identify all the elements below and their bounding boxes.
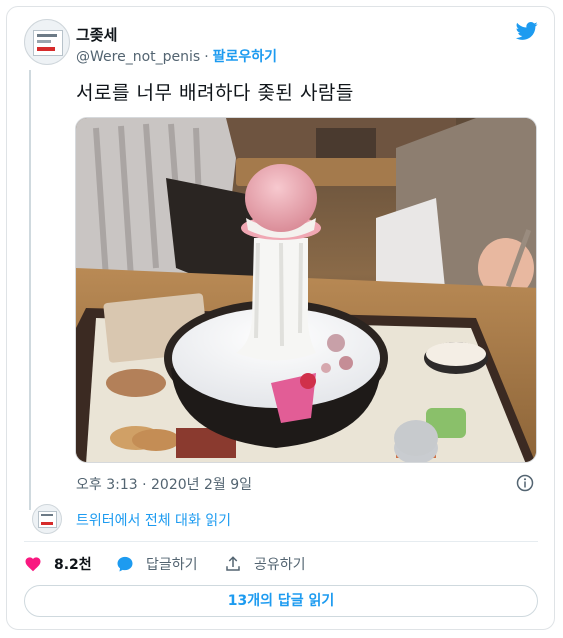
- share-icon: [226, 556, 240, 571]
- reply-label: 답글하기: [146, 557, 198, 573]
- reply-button[interactable]: 답글하기: [116, 552, 198, 576]
- tweet-timestamp[interactable]: 오후 3:13 · 2020년 2월 9일: [76, 474, 252, 494]
- read-replies-button[interactable]: 13개의 답글 읽기: [24, 585, 538, 617]
- tweet-photo[interactable]: [75, 117, 537, 463]
- share-label: 공유하기: [254, 557, 306, 573]
- user-handle[interactable]: @Were_not_penis: [76, 49, 200, 65]
- read-conversation-row[interactable]: 트위터에서 전체 대화 읽기: [24, 500, 544, 540]
- share-button[interactable]: 공유하기: [224, 552, 306, 576]
- info-icon[interactable]: [516, 474, 534, 492]
- like-count: 8.2천: [54, 557, 92, 573]
- like-button[interactable]: 8.2천: [24, 552, 92, 576]
- small-avatar: [32, 504, 62, 534]
- speech-bubble-icon: [117, 556, 133, 572]
- heart-icon: [25, 557, 41, 572]
- follow-button[interactable]: 팔로우하기: [213, 49, 277, 65]
- handle-row: @Were_not_penis · 팔로우하기: [76, 46, 277, 66]
- display-name[interactable]: 그좆세: [76, 24, 117, 45]
- thread-line: [29, 70, 31, 510]
- avatar[interactable]: [24, 19, 70, 65]
- action-bar: 8.2천 답글하기 공유하기: [24, 552, 538, 576]
- twitter-bird-icon[interactable]: [514, 20, 540, 42]
- divider: [24, 541, 538, 542]
- tweet-text: 서로를 너무 배려하다 좆된 사람들: [76, 82, 354, 104]
- separator: ·: [204, 49, 209, 65]
- read-conversation-link[interactable]: 트위터에서 전체 대화 읽기: [76, 510, 231, 530]
